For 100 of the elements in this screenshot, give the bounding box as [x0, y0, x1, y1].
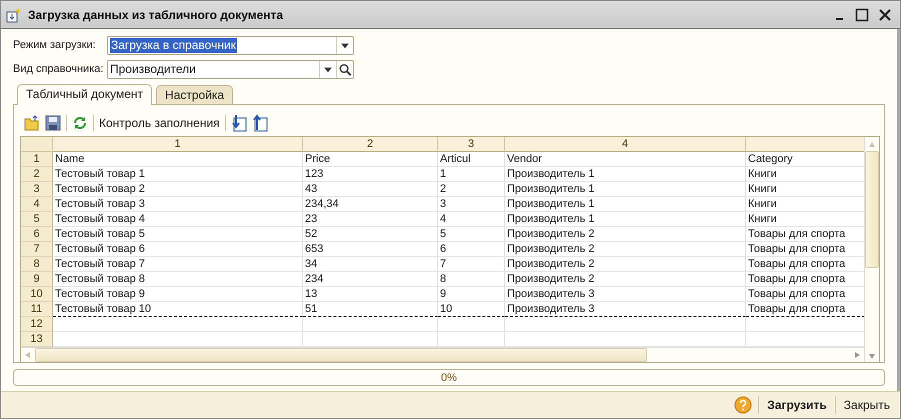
column-header: 2	[303, 137, 438, 152]
table-cell: Тестовый товар 2	[53, 182, 303, 197]
move-up-icon[interactable]	[252, 114, 268, 132]
folder-icon[interactable]	[24, 115, 40, 131]
dropdown-field[interactable]: Загрузка в справочник	[107, 36, 354, 54]
table-cell: Производитель 2	[505, 272, 746, 287]
search-icon[interactable]	[336, 60, 353, 78]
dialog-button[interactable]: Закрыть	[842, 396, 892, 414]
row-number: 4	[21, 197, 53, 212]
close-icon[interactable]	[878, 8, 892, 22]
dialog-button[interactable]: Загрузить	[765, 396, 829, 414]
table-cell: Производитель 2	[505, 227, 746, 242]
column-header: 4	[505, 137, 746, 152]
dropdown-field[interactable]: Производители	[107, 60, 354, 78]
table-cell: 43	[303, 182, 438, 197]
table-cell: 13	[303, 287, 438, 302]
row-number: 1	[21, 152, 53, 167]
table-cell: Товары для спорта	[746, 242, 864, 257]
table-cell: Книги	[746, 182, 864, 197]
table-cell	[438, 317, 505, 332]
maximize-icon[interactable]	[855, 8, 869, 22]
table-cell	[438, 332, 505, 347]
table-cell: 123	[303, 167, 438, 182]
row-number: 6	[21, 227, 53, 242]
fill-check-button[interactable]: Контроль заполнения	[99, 116, 220, 130]
table-cell: Тестовый товар 7	[53, 257, 303, 272]
scroll-thumb[interactable]	[865, 151, 879, 268]
table-cell: 6	[438, 242, 505, 257]
row-number: 13	[21, 332, 53, 347]
table-cell: Производитель 1	[505, 212, 746, 227]
table-cell: Книги	[746, 212, 864, 227]
table-cell: 234,34	[303, 197, 438, 212]
move-down-icon[interactable]	[230, 114, 247, 132]
table-cell: Производитель 3	[505, 302, 746, 317]
tab[interactable]: Табличный документ	[17, 84, 152, 105]
table-cell: Тестовый товар 10	[53, 302, 303, 317]
form-icon	[6, 6, 22, 22]
table-cell: Производитель 3	[505, 287, 746, 302]
table-cell: Производитель 1	[505, 182, 746, 197]
table-cell: Category	[746, 152, 864, 167]
row-number: 2	[21, 167, 53, 182]
window-title: Загрузка данных из табличного документа	[28, 8, 284, 22]
table-cell: Товары для спорта	[746, 227, 864, 242]
table-cell: Товары для спорта	[746, 302, 864, 317]
row-number: 7	[21, 242, 53, 257]
table-cell: Тестовый товар 4	[53, 212, 303, 227]
table-cell: Тестовый товар 3	[53, 197, 303, 212]
save-icon[interactable]	[45, 115, 61, 131]
table-cell: Товары для спорта	[746, 287, 864, 302]
table-cell: Производитель 1	[505, 167, 746, 182]
table-cell: Производитель 2	[505, 257, 746, 272]
progress-reading: 0%	[441, 372, 457, 384]
table-cell: 3	[438, 197, 505, 212]
refresh-icon[interactable]	[72, 115, 88, 131]
table-cell: 5	[438, 227, 505, 242]
table-cell: Производитель 1	[505, 197, 746, 212]
table-cell: 234	[303, 272, 438, 287]
table-cell: Тестовый товар 6	[53, 242, 303, 257]
table-cell: 1	[438, 167, 505, 182]
table-cell: 7	[438, 257, 505, 272]
table-cell: 9	[438, 287, 505, 302]
field-label: Вид справочника:	[13, 63, 104, 75]
table-cell: Товары для спорта	[746, 257, 864, 272]
row-number: 8	[21, 257, 53, 272]
table-cell: 2	[438, 182, 505, 197]
table-cell: Name	[53, 152, 303, 167]
column-header: 3	[438, 137, 505, 152]
table-cell: Price	[303, 152, 438, 167]
table-cell: 23	[303, 212, 438, 227]
horizontal-scrollbar[interactable]	[21, 347, 864, 362]
table-cell: 51	[303, 302, 438, 317]
row-number: 5	[21, 212, 53, 227]
sheet-corner	[21, 137, 53, 152]
table-cell: Тестовый товар 9	[53, 287, 303, 302]
tab[interactable]: Настройка	[156, 85, 234, 104]
row-number: 12	[21, 317, 53, 332]
scroll-thumb[interactable]	[35, 348, 647, 362]
table-cell: Тестовый товар 8	[53, 272, 303, 287]
field-label: Режим загрузки:	[13, 39, 97, 51]
table-cell: Книги	[746, 197, 864, 212]
row-number: 11	[21, 302, 53, 317]
table-cell: 52	[303, 227, 438, 242]
table-cell: 4	[438, 212, 505, 227]
table-cell: Производитель 2	[505, 242, 746, 257]
table-cell: Vendor	[505, 152, 746, 167]
help-icon[interactable]	[734, 396, 752, 414]
table-cell: Тестовый товар 5	[53, 227, 303, 242]
table-cell: Тестовый товар 1	[53, 167, 303, 182]
table-cell: 8	[438, 272, 505, 287]
vertical-scrollbar[interactable]	[864, 137, 879, 362]
row-number: 10	[21, 287, 53, 302]
row-number: 3	[21, 182, 53, 197]
table-cell: 653	[303, 242, 438, 257]
table-cell: 34	[303, 257, 438, 272]
table-cell: 10	[438, 302, 505, 317]
table-cell: Товары для спорта	[746, 272, 864, 287]
row-number: 9	[21, 272, 53, 287]
table-cell: Articul	[438, 152, 505, 167]
table-cell: Книги	[746, 167, 864, 182]
column-header: 1	[53, 137, 303, 152]
